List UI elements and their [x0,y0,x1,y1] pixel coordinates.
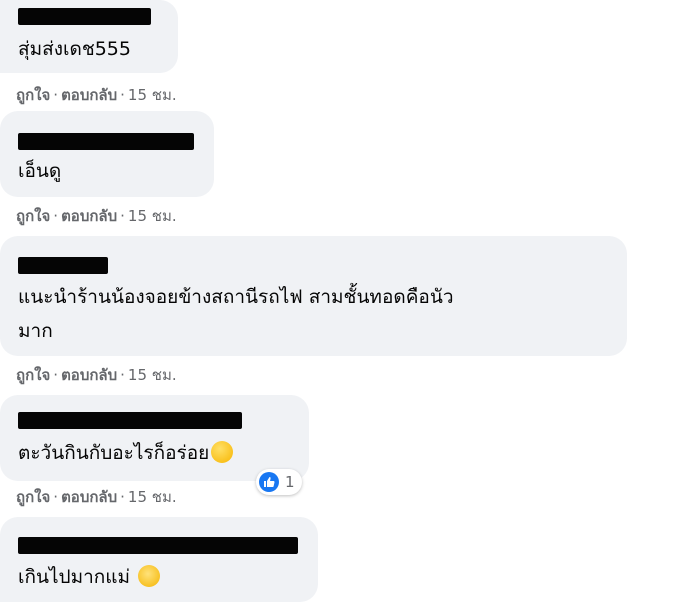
relieved-face-emoji [138,565,161,587]
redacted-author-name [18,257,108,274]
comment-text-line-1: แนะนำร้านน้องจอยข้างสถานีรถไฟ สามชั้นทอด… [18,286,454,308]
comment-actions: ถูกใจ · ตอบกลับ · 15 ชม. [16,366,177,384]
like-link[interactable]: ถูกใจ [16,366,50,384]
redacted-author-name [18,412,242,429]
reply-link[interactable]: ตอบกลับ [61,86,117,104]
comment-actions: ถูกใจ · ตอบกลับ · 15 ชม. [16,207,177,225]
redacted-author-name [18,133,194,150]
comment-text: เอ็นดู [18,160,62,182]
timestamp[interactable]: 15 ชม. [128,86,177,104]
comment-text: เกินไปมากแม่ [18,561,161,593]
timestamp[interactable]: 15 ชม. [128,207,177,225]
reaction-count: 1 [285,473,295,491]
reply-link[interactable]: ตอบกลับ [61,488,117,506]
like-link[interactable]: ถูกใจ [16,86,50,104]
timestamp[interactable]: 15 ชม. [128,366,177,384]
comment-actions: ถูกใจ · ตอบกลับ · 15 ชม. [16,488,177,506]
comment-text-line-2: มาก [18,320,53,342]
thumbs-up-icon [259,472,279,492]
comment-text: สุ่มส่งเดช555 [18,38,131,60]
reaction-badge[interactable]: 1 [256,469,302,495]
like-link[interactable]: ถูกใจ [16,488,50,506]
timestamp[interactable]: 15 ชม. [128,488,177,506]
redacted-author-name [18,537,298,554]
rolling-laughing-emoji [211,441,234,463]
comment-actions: ถูกใจ · ตอบกลับ · 15 ชม. [16,86,177,104]
redacted-author-name [18,8,151,25]
reply-link[interactable]: ตอบกลับ [61,207,117,225]
like-link[interactable]: ถูกใจ [16,207,50,225]
comment-text: ตะวันกินกับอะไรก็อร่อย [18,437,234,469]
reply-link[interactable]: ตอบกลับ [61,366,117,384]
